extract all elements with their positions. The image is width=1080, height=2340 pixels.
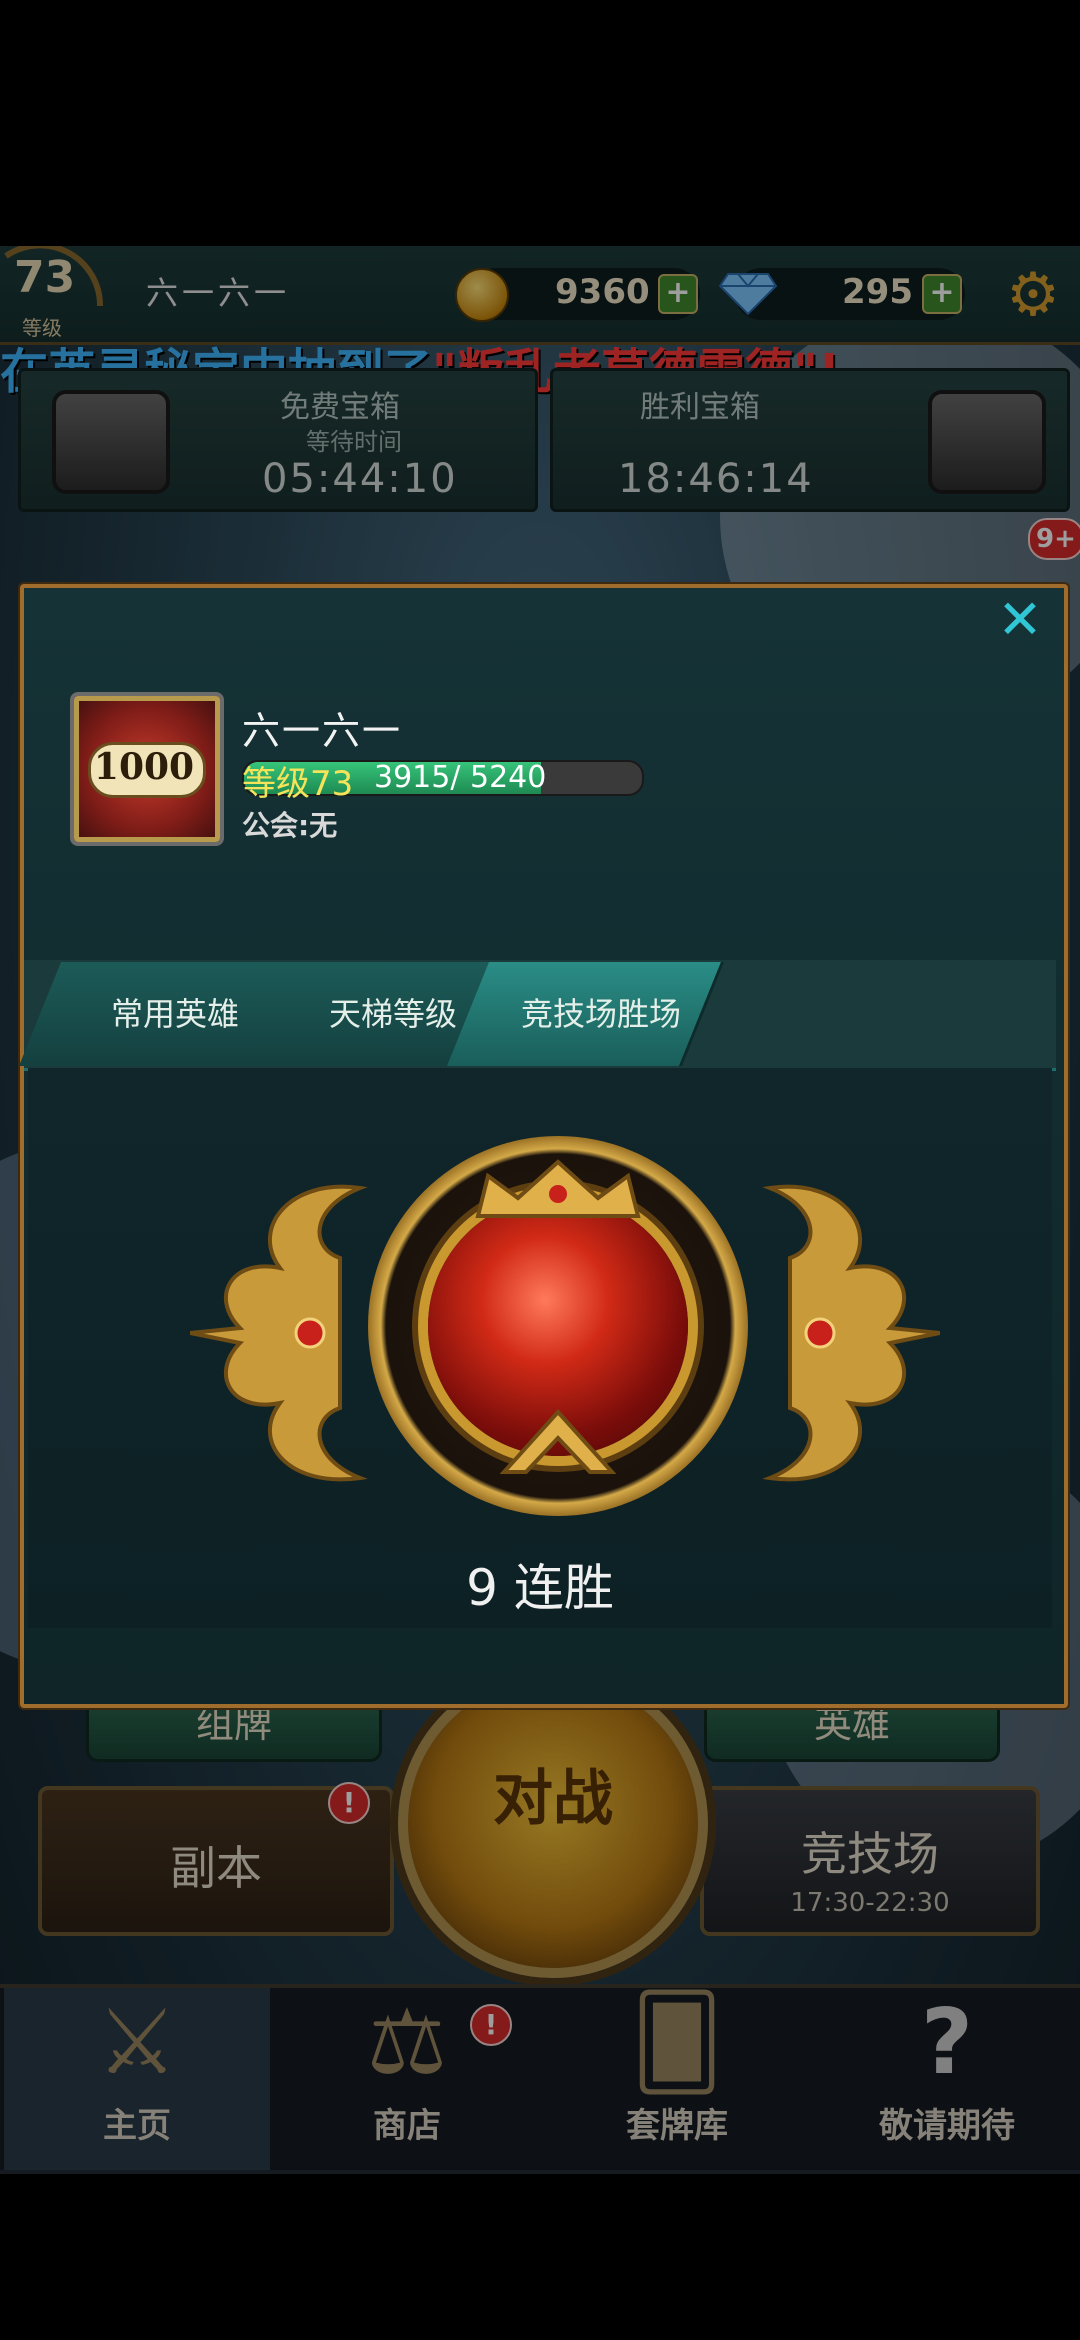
crown-icon <box>475 1159 641 1218</box>
chevron-up-icon <box>500 1409 616 1474</box>
tab-arena-wins[interactable]: 竞技场胜场 <box>486 962 716 1066</box>
close-icon[interactable]: ✕ <box>992 592 1048 648</box>
tab-common-heroes[interactable]: 常用英雄 <box>60 962 290 1066</box>
profile-level-label: 等级 <box>242 764 310 804</box>
profile-level-value: 73 <box>310 764 354 804</box>
guild-label: 公会:无 <box>242 809 338 842</box>
avatar-score: 1000 <box>93 746 195 788</box>
win-streak: 9 连胜 <box>466 1559 614 1617</box>
xp-text: 3915/ 5240 <box>374 760 547 795</box>
left-wing-ornament <box>190 1184 368 1482</box>
profile-level: 等级73 <box>242 756 353 805</box>
tab-ladder-rank[interactable]: 天梯等级 <box>278 962 508 1066</box>
right-wing-ornament <box>762 1184 940 1482</box>
profile-name: 六一六一 <box>242 709 403 753</box>
